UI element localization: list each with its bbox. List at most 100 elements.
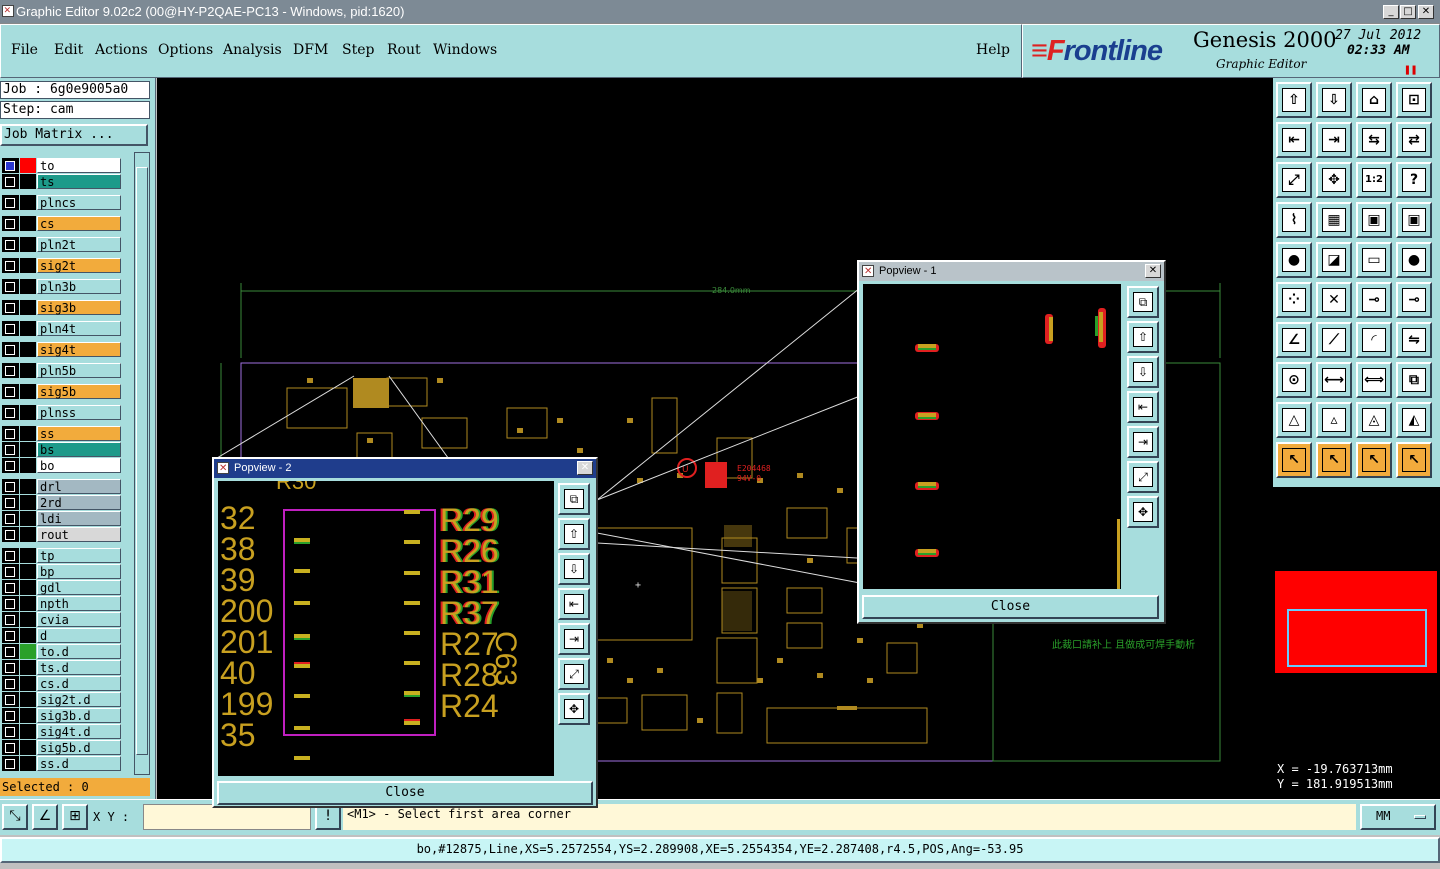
layer-color-swatch[interactable] [20, 405, 36, 420]
popview-pan-icon[interactable]: ✥ [1127, 496, 1159, 528]
maximize-button[interactable]: □ [1400, 5, 1416, 19]
layer-checkbox[interactable] [2, 495, 19, 510]
layer-checkbox[interactable] [2, 237, 19, 252]
zoom-fit-icon[interactable]: ⤢ [1276, 162, 1312, 198]
menu-options[interactable]: Options [158, 42, 213, 58]
layer-checkbox[interactable] [2, 442, 19, 457]
popview-1-close-x[interactable]: ✕ [1145, 264, 1161, 278]
popview-down-icon[interactable]: ⇩ [558, 553, 590, 585]
scale-1-2-icon[interactable]: 1:2 [1356, 162, 1392, 198]
resize-corner-icon[interactable]: ⤡ [2, 804, 28, 830]
layer-color-swatch[interactable] [20, 548, 36, 563]
select-circle-icon[interactable]: ↖ [1356, 442, 1392, 478]
viewport-rectangle[interactable] [1287, 609, 1427, 667]
layer-checkbox[interactable] [2, 548, 19, 563]
flip-icon[interactable]: ⇋ [1396, 322, 1432, 358]
layer-name[interactable]: d [37, 628, 121, 643]
layer-color-swatch[interactable] [20, 237, 36, 252]
switch-icon[interactable]: ⇄ [1396, 122, 1432, 158]
layer-row[interactable]: sig3b.d [2, 708, 121, 723]
layer-color-swatch[interactable] [20, 724, 36, 739]
layer-color-swatch[interactable] [20, 321, 36, 336]
layer-checkbox[interactable] [2, 612, 19, 627]
dot-icon[interactable]: ● [1396, 242, 1432, 278]
layer-name[interactable]: drl [37, 479, 121, 494]
popview-down-icon[interactable]: ⇩ [1127, 356, 1159, 388]
layer-row[interactable]: sig2t [2, 258, 121, 273]
layer-checkbox[interactable] [2, 564, 19, 579]
popview-zoom-fit-icon[interactable]: ⤢ [1127, 461, 1159, 493]
layer-name[interactable]: rout [37, 527, 121, 542]
popview-2-titlebar[interactable]: Popview - 2 ✕ [214, 459, 596, 478]
layer-row[interactable]: pln2t [2, 237, 121, 252]
layer-checkbox[interactable] [2, 426, 19, 441]
menu-analysis[interactable]: Analysis [223, 42, 282, 58]
layer-name[interactable]: ss.d [37, 756, 121, 771]
layer-row[interactable]: bp [2, 564, 121, 579]
layer-row[interactable]: to [2, 158, 121, 173]
layer-row[interactable]: pln5b [2, 363, 121, 378]
job-matrix-button[interactable]: Job Matrix ... [0, 124, 148, 146]
layer-color-swatch[interactable] [20, 495, 36, 510]
layer-row[interactable]: sig4t.d [2, 724, 121, 739]
layer-row[interactable]: sig4t [2, 342, 121, 357]
layer-checkbox[interactable] [2, 596, 19, 611]
layer-color-swatch[interactable] [20, 442, 36, 457]
popview-copy-icon[interactable]: ⧉ [1127, 286, 1159, 318]
popview-2-close-x[interactable]: ✕ [577, 461, 593, 475]
layer-name[interactable]: tp [37, 548, 121, 563]
layer-name[interactable]: sig3b [37, 300, 121, 315]
popview-copy-icon[interactable]: ⧉ [558, 483, 590, 515]
select-rect-icon[interactable]: ↖ [1316, 442, 1352, 478]
layer-color-swatch[interactable] [20, 158, 36, 173]
layer-color-swatch[interactable] [20, 580, 36, 595]
layer-name[interactable]: sig2t.d [37, 692, 121, 707]
layer-row[interactable]: sig5b [2, 384, 121, 399]
layer-checkbox[interactable] [2, 479, 19, 494]
pan-right-icon[interactable]: ⇥ [1316, 122, 1352, 158]
layer-name[interactable]: sig4t.d [37, 724, 121, 739]
layer-color-swatch[interactable] [20, 692, 36, 707]
layer-row[interactable]: ldi [2, 511, 121, 526]
layer-scrollbar[interactable] [134, 152, 150, 775]
popview-left-icon[interactable]: ⇤ [558, 588, 590, 620]
ruler-icon[interactable]: ▭ [1356, 242, 1392, 278]
layer-color-swatch[interactable] [20, 458, 36, 473]
layer-row[interactable]: sig5b.d [2, 740, 121, 755]
layer-checkbox[interactable] [2, 511, 19, 526]
grid-icon[interactable]: ▦ [1316, 202, 1352, 238]
layer-checkbox[interactable] [2, 676, 19, 691]
angle-icon[interactable]: ∠ [1276, 322, 1312, 358]
pause-icon[interactable]: ❚❚ [1404, 63, 1417, 76]
menu-actions[interactable]: Actions [95, 42, 148, 58]
popview-1-canvas[interactable] [863, 284, 1121, 589]
layer-name[interactable]: cvia [37, 612, 121, 627]
layer-checkbox[interactable] [2, 724, 19, 739]
layer-color-swatch[interactable] [20, 564, 36, 579]
layer-color-swatch[interactable] [20, 195, 36, 210]
layer-row[interactable]: pln4t [2, 321, 121, 336]
layer-row[interactable]: ts.d [2, 660, 121, 675]
cross-icon[interactable]: ✕ [1316, 282, 1352, 318]
menu-dfm[interactable]: DFM [293, 42, 328, 58]
layer-name[interactable]: ss [37, 426, 121, 441]
layer-checkbox[interactable] [2, 660, 19, 675]
menu-rout[interactable]: Rout [387, 42, 421, 58]
home-up-icon[interactable]: ⇧ [1276, 82, 1312, 118]
layer-color-swatch[interactable] [20, 644, 36, 659]
layer-name[interactable]: sig5b [37, 384, 121, 399]
layer-name[interactable]: bs [37, 442, 121, 457]
xy-frame-icon[interactable]: ⊡ [1396, 82, 1432, 118]
pad-icon[interactable]: ● [1276, 242, 1312, 278]
measure-icon[interactable]: ∠ [32, 804, 58, 830]
layer-checkbox[interactable] [2, 708, 19, 723]
layer-color-swatch[interactable] [20, 740, 36, 755]
popview-left-icon[interactable]: ⇤ [1127, 391, 1159, 423]
layer-name[interactable]: pln2t [37, 237, 121, 252]
close-window-button[interactable]: ✕ [1418, 5, 1434, 19]
mirror-icon[interactable]: ⇆ [1356, 122, 1392, 158]
layer-color-swatch[interactable] [20, 479, 36, 494]
popview-zoom-fit-icon[interactable]: ⤢ [558, 658, 590, 690]
layer-checkbox[interactable] [2, 405, 19, 420]
layer-name[interactable]: sig4t [37, 342, 121, 357]
